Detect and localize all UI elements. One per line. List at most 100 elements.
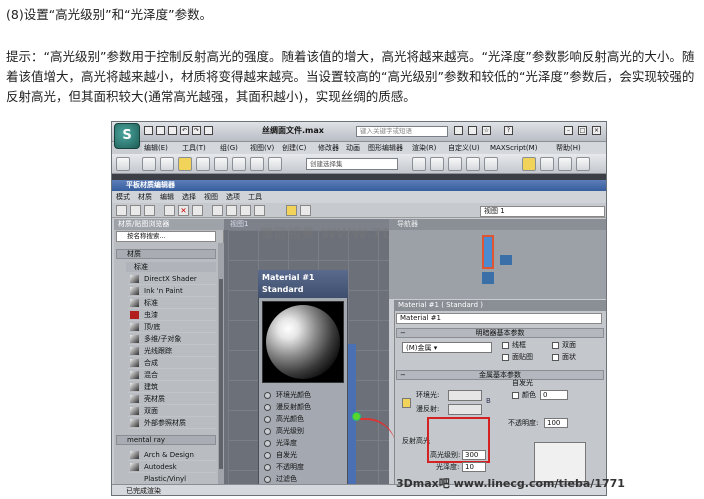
menu-rendering[interactable]: 渲染(R)	[412, 143, 436, 153]
sme-menu-options[interactable]: 选项	[226, 191, 240, 203]
select-tool-icon[interactable]	[116, 205, 127, 216]
new-icon[interactable]	[144, 126, 153, 135]
align-icon[interactable]	[430, 157, 444, 171]
render-frame-icon[interactable]	[558, 157, 572, 171]
browser-search-input[interactable]: 按名称搜索...	[116, 231, 216, 242]
pick-material-icon[interactable]	[130, 205, 141, 216]
ambient-swatch[interactable]	[448, 390, 482, 401]
map-lock-icon[interactable]: B	[486, 396, 491, 406]
node-slot[interactable]: 不透明度	[262, 462, 348, 473]
menu-edit[interactable]: 编辑(E)	[144, 143, 168, 153]
node-slot[interactable]: 漫反射颜色	[262, 402, 348, 413]
basic-params-rollout[interactable]: − 金属基本参数	[396, 370, 604, 380]
list-item[interactable]: 壳材质	[128, 393, 216, 405]
redo-icon[interactable]: ↷	[192, 126, 201, 135]
curve-editor-icon[interactable]	[466, 157, 480, 171]
show-map-icon[interactable]	[212, 205, 223, 216]
sme-menu-material[interactable]: 材质	[138, 191, 152, 203]
sme-menu-tools[interactable]: 工具	[248, 191, 262, 203]
two-sided-checkbox[interactable]	[552, 342, 559, 349]
help-icon[interactable]: ?	[504, 126, 513, 135]
node-slot[interactable]: 高光颜色	[262, 414, 348, 425]
menu-create[interactable]: 创建(C)	[282, 143, 306, 153]
move-children-icon[interactable]	[192, 205, 203, 216]
wire-checkbox[interactable]	[502, 342, 509, 349]
sme-menu-mode[interactable]: 模式	[116, 191, 130, 203]
list-item[interactable]: 双面	[128, 405, 216, 417]
list-item[interactable]: 光线跟踪	[128, 345, 216, 357]
material-editor-icon[interactable]	[522, 157, 536, 171]
schematic-icon[interactable]	[484, 157, 498, 171]
list-item[interactable]: 混合	[128, 369, 216, 381]
node-slot[interactable]: 光泽度	[262, 438, 348, 449]
menu-group[interactable]: 组(G)	[220, 143, 238, 153]
node-slot[interactable]: 自发光	[262, 450, 348, 461]
mirror-icon[interactable]	[412, 157, 426, 171]
select-object-icon[interactable]	[178, 157, 192, 171]
rotate-icon[interactable]	[214, 157, 228, 171]
list-item[interactable]: DirectX Shader	[128, 273, 216, 285]
app-logo-button[interactable]: S	[114, 123, 140, 149]
put-material-icon[interactable]	[144, 205, 155, 216]
snap-icon[interactable]	[232, 157, 246, 171]
search-input[interactable]: 键入关键字或短语	[356, 126, 448, 137]
diffuse-swatch[interactable]	[448, 404, 482, 415]
angle-snap-icon[interactable]	[250, 157, 264, 171]
render-icon[interactable]	[576, 157, 590, 171]
list-item[interactable]: 多维/子对象	[128, 333, 216, 345]
move-icon[interactable]	[196, 157, 210, 171]
bind-icon[interactable]	[160, 157, 174, 171]
list-item[interactable]: Ink 'n Paint	[128, 285, 216, 297]
list-item[interactable]: 顶/底	[128, 321, 216, 333]
close-icon[interactable]: ×	[592, 126, 601, 135]
menu-views[interactable]: 视图(V)	[250, 143, 274, 153]
project-icon[interactable]	[204, 126, 213, 135]
link-icon[interactable]	[142, 157, 156, 171]
list-item[interactable]: Autodesk Plastic/Vinyl	[128, 461, 216, 483]
list-item[interactable]: 标准	[128, 297, 216, 309]
list-item[interactable]: Arch & Design	[128, 449, 216, 461]
category-materials[interactable]: 材质	[116, 249, 216, 259]
material-name-input[interactable]: Material #1	[396, 313, 602, 324]
maximize-icon[interactable]: □	[578, 126, 587, 135]
minimize-icon[interactable]: –	[564, 126, 573, 135]
subcategory-standard[interactable]: 标准	[126, 262, 216, 272]
self-illum-spinner[interactable]: 0	[540, 390, 568, 400]
layout-children-icon[interactable]	[254, 205, 265, 216]
nav-toggle-icon[interactable]	[300, 205, 311, 216]
sme-menu-select[interactable]: 选择	[182, 191, 196, 203]
list-item[interactable]: 建筑	[128, 381, 216, 393]
color-checkbox[interactable]	[512, 392, 519, 399]
sme-menu-edit[interactable]: 编辑	[160, 191, 174, 203]
face-map-checkbox[interactable]	[502, 354, 509, 361]
view-select-dropdown[interactable]: 视图 1	[480, 206, 605, 217]
undo-tool-icon[interactable]	[116, 157, 130, 171]
binoculars-icon[interactable]	[454, 126, 463, 135]
spec-level-spinner[interactable]: 300	[462, 450, 486, 460]
node-slot[interactable]: 高光级别	[262, 426, 348, 437]
selection-set-combo[interactable]: 创建选择集	[306, 158, 398, 170]
percent-snap-icon[interactable]	[268, 157, 282, 171]
list-item[interactable]: 外部参照材质	[128, 417, 216, 429]
menu-help[interactable]: 帮助(H)	[556, 143, 581, 153]
shader-rollout[interactable]: − 明暗器基本参数	[396, 328, 604, 338]
navigator-frame[interactable]	[482, 235, 494, 269]
assign-material-icon[interactable]	[164, 205, 175, 216]
open-icon[interactable]	[156, 126, 165, 135]
menu-maxscript[interactable]: MAXScript(M)	[490, 143, 537, 153]
list-item[interactable]: 合成	[128, 357, 216, 369]
category-mentalray[interactable]: mental ray	[116, 435, 216, 445]
sme-menu-view[interactable]: 视图	[204, 191, 218, 203]
delete-icon[interactable]: ✕	[178, 205, 189, 216]
opacity-spinner[interactable]: 100	[544, 418, 568, 428]
gloss-spinner[interactable]: 10	[462, 462, 486, 472]
material-id-icon[interactable]	[286, 205, 297, 216]
layout-all-icon[interactable]	[240, 205, 251, 216]
menu-animation[interactable]: 动画	[346, 143, 360, 153]
menu-modifiers[interactable]: 修改器	[318, 143, 339, 153]
layer-icon[interactable]	[448, 157, 462, 171]
lock-icon[interactable]	[402, 398, 411, 408]
menu-customize[interactable]: 自定义(U)	[448, 143, 480, 153]
subscription-icon[interactable]	[468, 126, 477, 135]
undo-icon[interactable]: ↶	[180, 126, 189, 135]
